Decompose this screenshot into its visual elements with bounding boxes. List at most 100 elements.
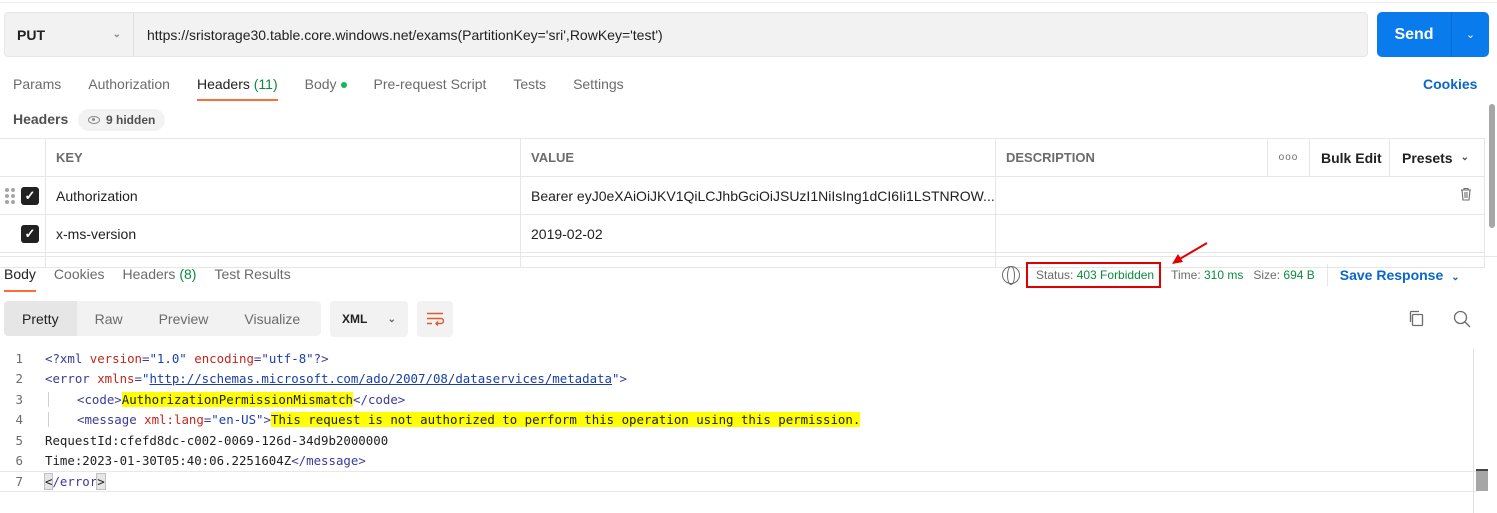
code-token: version xyxy=(89,350,142,366)
code-token: "utf-8" xyxy=(261,350,314,366)
status-highlight-box: Status: 403 Forbidden xyxy=(1026,262,1162,288)
row-checkbox[interactable]: ✓ xyxy=(21,224,39,243)
highlighted-text: AuthorizationPermissionMismatch xyxy=(121,391,354,407)
size-value[interactable]: 694 B xyxy=(1283,268,1314,282)
header-key[interactable]: Authorization xyxy=(46,177,521,214)
method-select[interactable]: PUT ⌄ xyxy=(5,13,134,56)
code-token: <?xml xyxy=(45,350,90,366)
response-status-bar: Status: 403 Forbidden Time: 310 ms Size:… xyxy=(1002,262,1460,288)
code-token: = xyxy=(134,371,142,387)
code-line[interactable]: 2 <error xmlns="http://schemas.microsoft.… xyxy=(0,369,1477,390)
line-number: 7 xyxy=(15,473,23,489)
tab-tests[interactable]: Tests xyxy=(513,74,546,100)
row-checkbox[interactable]: ✓ xyxy=(21,186,39,205)
save-response-button[interactable]: Save Response ⌄ xyxy=(1340,267,1460,283)
code-token: xmlns xyxy=(97,371,135,387)
response-body-editor[interactable]: 1 <?xml version="1.0" encoding="utf-8"?> 2… xyxy=(0,348,1477,492)
method-value: PUT xyxy=(17,26,45,43)
format-raw[interactable]: Raw xyxy=(77,301,141,336)
response-tabs: Body Cookies Headers (8) Test Results xyxy=(4,266,309,292)
eye-icon xyxy=(88,116,100,124)
bulk-edit-button[interactable]: Bulk Edit xyxy=(1310,139,1390,176)
search-icon[interactable] xyxy=(1453,310,1471,328)
code-line[interactable]: 4 <message xml:lang="en-US">This request … xyxy=(0,410,1477,431)
tab-body[interactable]: Body xyxy=(305,74,347,100)
tab-response-headers[interactable]: Headers (8) xyxy=(123,266,197,292)
send-button-group: Send ⌄ xyxy=(1377,12,1489,57)
tab-settings[interactable]: Settings xyxy=(573,74,624,100)
time-value[interactable]: 310 ms xyxy=(1204,268,1243,282)
code-token: ?> xyxy=(313,350,329,366)
chevron-down-icon: ⌄ xyxy=(1460,152,1469,163)
top-divider xyxy=(0,2,1497,3)
code-content: <message xml:lang="en-US">This request i… xyxy=(48,412,861,428)
language-select[interactable]: XML ⌄ xyxy=(330,301,408,337)
wrap-lines-icon xyxy=(427,312,444,326)
tab-test-results[interactable]: Test Results xyxy=(214,266,290,292)
drag-handle-icon[interactable] xyxy=(5,187,15,204)
header-description[interactable] xyxy=(996,215,1485,252)
column-key: KEY xyxy=(46,139,521,176)
wrap-lines-button[interactable] xyxy=(417,301,453,337)
tab-params[interactable]: Params xyxy=(13,74,61,100)
tab-authorization[interactable]: Authorization xyxy=(88,74,170,100)
tab-response-cookies[interactable]: Cookies xyxy=(54,266,105,292)
trash-icon[interactable] xyxy=(1460,187,1472,204)
code-token: > xyxy=(96,472,106,490)
code-token: > xyxy=(619,371,627,387)
header-key[interactable]: x-ms-version xyxy=(46,215,521,252)
table-row: ✓ Authorization Bearer eyJ0eXAiOiJKV1QiL… xyxy=(0,176,1485,214)
headers-section-title: Headers xyxy=(13,111,69,127)
code-token: "1.0" xyxy=(149,350,187,366)
editor-scrollbar[interactable] xyxy=(1476,469,1488,491)
globe-lock-icon[interactable] xyxy=(1002,266,1020,285)
code-line[interactable]: 1 <?xml version="1.0" encoding="utf-8"?> xyxy=(0,348,1477,369)
tab-pre-request-script[interactable]: Pre-request Script xyxy=(374,74,487,100)
copy-icon[interactable] xyxy=(1408,310,1425,327)
code-token: > xyxy=(263,412,271,428)
code-token: encoding xyxy=(194,350,254,366)
code-content: RequestId:cfefd8dc-c002-0069-126d-34d9b2… xyxy=(45,433,388,448)
code-token: </message> xyxy=(291,453,366,469)
cookies-link[interactable]: Cookies xyxy=(1423,76,1477,92)
editor-scroll-track xyxy=(1473,349,1474,513)
code-line[interactable]: 5 RequestId:cfefd8dc-c002-0069-126d-34d9b… xyxy=(0,430,1477,451)
tab-headers[interactable]: Headers (11) xyxy=(196,74,278,101)
line-number: 1 xyxy=(15,350,23,366)
code-line[interactable]: 6 Time:2023-01-30T05:40:06.2251604Z</mess… xyxy=(0,451,1477,472)
column-value: VALUE xyxy=(521,139,996,176)
format-preview[interactable]: Preview xyxy=(141,301,227,336)
status-value[interactable]: 403 Forbidden xyxy=(1077,268,1154,282)
header-description[interactable] xyxy=(996,177,1485,214)
line-number: 5 xyxy=(15,432,23,448)
code-token: xml:lang xyxy=(144,412,204,428)
code-token[interactable]: http://schemas.microsoft.com/ado/2007/08… xyxy=(149,371,612,386)
more-options-button[interactable]: ooo xyxy=(1268,139,1310,176)
request-response-divider[interactable] xyxy=(0,256,1497,257)
presets-dropdown[interactable]: Presets ⌄ xyxy=(1390,139,1485,176)
send-options-dropdown[interactable]: ⌄ xyxy=(1452,12,1489,57)
code-token: <code> xyxy=(77,391,122,407)
code-content: <code>AuthorizationPermissionMismatch</c… xyxy=(48,391,405,407)
highlighted-text: This request is not authorized to perfor… xyxy=(270,412,861,428)
headers-scrollbar[interactable] xyxy=(1489,104,1495,228)
header-value[interactable]: Bearer eyJ0eXAiOiJKV1QiLCJhbGciOiJSUzI1N… xyxy=(521,177,996,214)
tab-response-body[interactable]: Body xyxy=(4,266,36,292)
code-content: <error xmlns="http://schemas.microsoft.c… xyxy=(45,371,627,386)
format-visualize[interactable]: Visualize xyxy=(226,301,318,336)
code-token: /error xyxy=(52,473,98,489)
line-number: 2 xyxy=(15,371,23,387)
line-number: 3 xyxy=(15,391,23,407)
chevron-down-icon: ⌄ xyxy=(1465,29,1476,41)
url-input[interactable]: https://sristorage30.table.core.windows.… xyxy=(134,27,663,43)
body-indicator-dot xyxy=(340,82,347,89)
hidden-headers-toggle[interactable]: 9 hidden xyxy=(78,109,166,131)
chevron-down-icon: ⌄ xyxy=(112,29,121,40)
header-value[interactable]: 2019-02-02 xyxy=(521,215,996,252)
code-line[interactable]: 3 <code>AuthorizationPermissionMismatch</… xyxy=(0,389,1477,410)
separator xyxy=(1326,264,1328,286)
format-pretty[interactable]: Pretty xyxy=(4,301,77,336)
table-header-row: KEY VALUE DESCRIPTION ooo Bulk Edit Pres… xyxy=(0,138,1485,176)
send-button[interactable]: Send xyxy=(1377,12,1452,57)
code-line[interactable]: 7 </error> xyxy=(0,471,1477,492)
